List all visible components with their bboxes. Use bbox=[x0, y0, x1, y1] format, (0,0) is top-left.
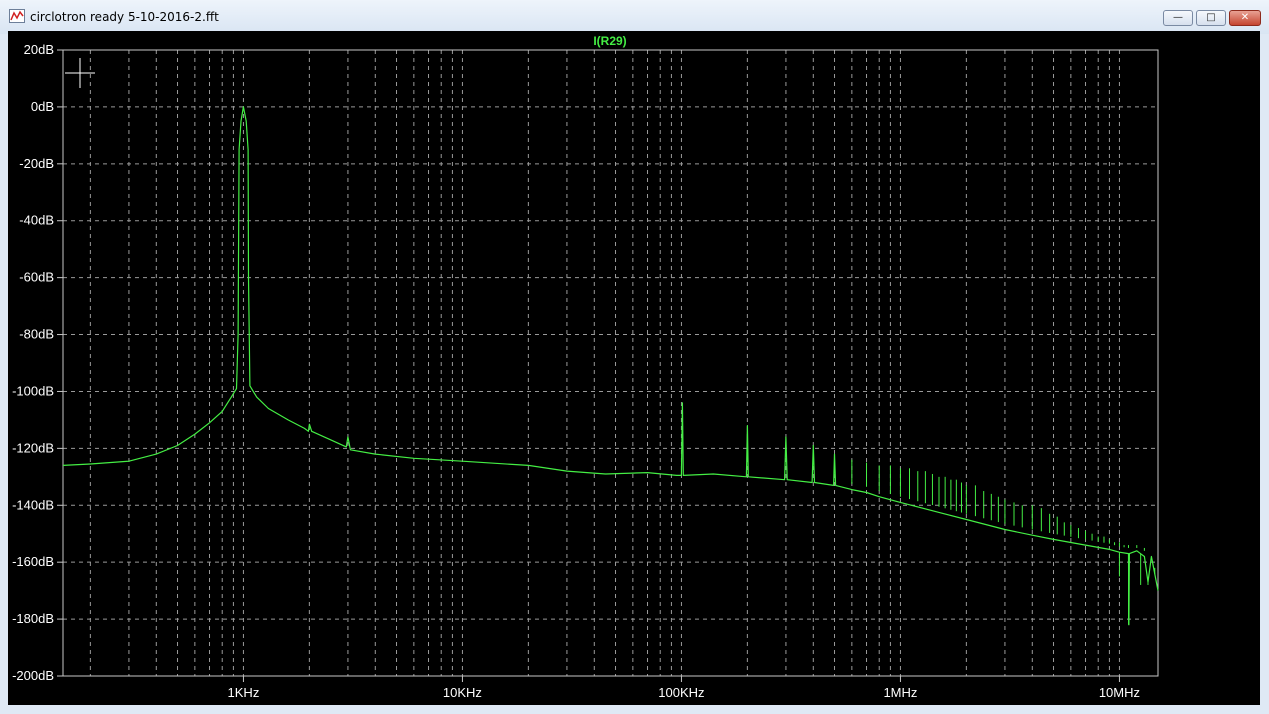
y-tick-label: 20dB bbox=[24, 42, 54, 57]
plot-pane[interactable]: 20dB 0dB -20dB -40dB -60dB -80dB -100dB -120dB -… bbox=[8, 31, 1260, 705]
y-tick-label: -80dB bbox=[19, 327, 54, 342]
y-tick-label: -60dB bbox=[19, 270, 54, 285]
x-axis: 1KHz 10KHz 100KHz 1MHz 10MHz bbox=[228, 676, 1140, 700]
y-tick-label: -180dB bbox=[12, 611, 54, 626]
maximize-icon: □ bbox=[1206, 12, 1216, 23]
y-axis: 20dB 0dB -20dB -40dB -60dB -80dB -100dB -120dB -… bbox=[12, 42, 63, 683]
x-tick-label: 1MHz bbox=[883, 685, 917, 700]
y-tick-label: -100dB bbox=[12, 383, 54, 398]
close-button[interactable]: ✕ bbox=[1229, 10, 1261, 26]
window-title: circlotron ready 5-10-2016-2.fft bbox=[30, 10, 219, 24]
minimize-button[interactable]: — bbox=[1163, 10, 1193, 26]
trace-line bbox=[62, 106, 1159, 626]
y-tick-label: -40dB bbox=[19, 213, 54, 228]
y-tick-label: -200dB bbox=[12, 668, 54, 683]
y-tick-label: -120dB bbox=[12, 440, 54, 455]
grid bbox=[63, 50, 1158, 676]
y-tick-label: -20dB bbox=[19, 156, 54, 171]
window-titlebar: circlotron ready 5-10-2016-2.fft — □ ✕ bbox=[0, 0, 1269, 34]
waveform-app-icon bbox=[9, 9, 25, 23]
x-tick-label: 1KHz bbox=[228, 685, 260, 700]
x-tick-label: 10MHz bbox=[1099, 685, 1140, 700]
y-tick-label: -160dB bbox=[12, 554, 54, 569]
x-tick-label: 100KHz bbox=[658, 685, 704, 700]
status-strip bbox=[0, 705, 1269, 714]
y-tick-label: -140dB bbox=[12, 497, 54, 512]
x-tick-label: 10KHz bbox=[443, 685, 482, 700]
close-icon: ✕ bbox=[1240, 12, 1250, 23]
trace-label[interactable]: I(R29) bbox=[593, 34, 626, 48]
plot-border bbox=[62, 49, 1159, 677]
trace-layer bbox=[62, 106, 1159, 626]
minimize-icon: — bbox=[1173, 12, 1183, 23]
fft-plot[interactable]: 20dB 0dB -20dB -40dB -60dB -80dB -100dB -120dB -… bbox=[8, 31, 1260, 705]
maximize-button[interactable]: □ bbox=[1196, 10, 1226, 26]
y-tick-label: 0dB bbox=[31, 99, 54, 114]
